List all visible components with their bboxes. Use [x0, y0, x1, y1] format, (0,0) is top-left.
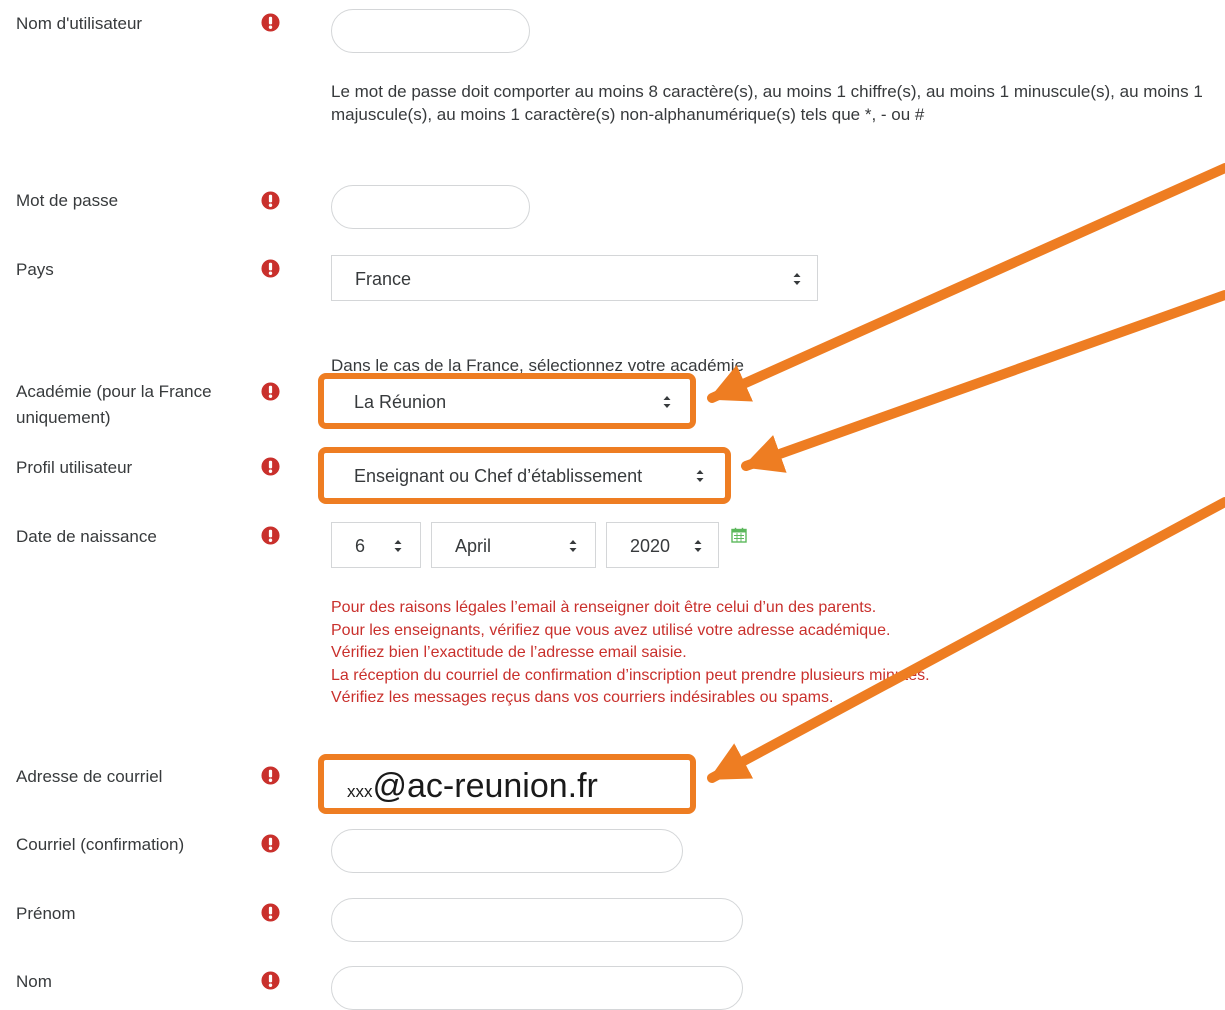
arrow-icon [741, 290, 1225, 473]
birth-year-select[interactable]: 2020 [606, 522, 719, 568]
required-icon [261, 382, 280, 401]
password-input[interactable] [331, 185, 530, 229]
lastname-input[interactable] [331, 966, 743, 1010]
required-icon [261, 526, 280, 545]
birthdate-label: Date de naissance [16, 527, 157, 546]
username-input[interactable] [331, 9, 530, 53]
updown-caret-icon [568, 537, 578, 555]
lastname-label: Nom [16, 972, 52, 991]
warning-parents: Pour des raisons légales l’email à rense… [331, 599, 877, 616]
updown-caret-icon [393, 537, 403, 555]
updown-caret-icon [693, 537, 703, 555]
warning-delay: La réception du courriel de confirmation… [331, 667, 930, 684]
required-icon [261, 766, 280, 785]
required-icon [261, 903, 280, 922]
calendar-icon[interactable] [731, 527, 747, 543]
email-highlight-box [318, 754, 696, 814]
academy-highlight-box [318, 373, 696, 429]
firstname-label: Prénom [16, 904, 76, 923]
profile-highlight-box [318, 447, 731, 504]
warning-teachers: Pour les enseignants, vérifiez que vous … [331, 622, 891, 639]
required-icon [261, 13, 280, 32]
updown-caret-icon [792, 270, 802, 288]
birth-year-value: 2020 [630, 536, 671, 556]
country-label: Pays [16, 260, 54, 279]
birth-day-select[interactable]: 6 [331, 522, 421, 568]
required-icon [261, 457, 280, 476]
required-icon [261, 834, 280, 853]
firstname-input[interactable] [331, 898, 743, 942]
birth-day-value: 6 [355, 536, 366, 556]
password-label: Mot de passe [16, 191, 119, 210]
country-select[interactable]: France [331, 255, 818, 301]
password-policy-text: Le mot de passe doit comporter au moins … [331, 82, 1203, 124]
academy-label-line1: Académie (pour la France [16, 382, 212, 401]
email-confirm-input[interactable] [331, 829, 683, 873]
country-select-value: France [355, 269, 412, 289]
warning-spam: Vérifiez les messages reçus dans vos cou… [331, 689, 834, 706]
profile-label: Profil utilisateur [16, 458, 133, 477]
required-icon [261, 971, 280, 990]
warning-check-email: Vérifiez bien l’exactitude de l’adresse … [331, 644, 687, 661]
email-label: Adresse de courriel [16, 767, 163, 786]
birth-month-value: April [455, 536, 492, 556]
academy-label-line2: uniquement) [16, 408, 111, 427]
username-label: Nom d'utilisateur [16, 14, 143, 33]
required-icon [261, 259, 280, 278]
required-icon [261, 191, 280, 210]
birth-month-select[interactable]: April [431, 522, 596, 568]
email-confirm-label: Courriel (confirmation) [16, 835, 185, 854]
